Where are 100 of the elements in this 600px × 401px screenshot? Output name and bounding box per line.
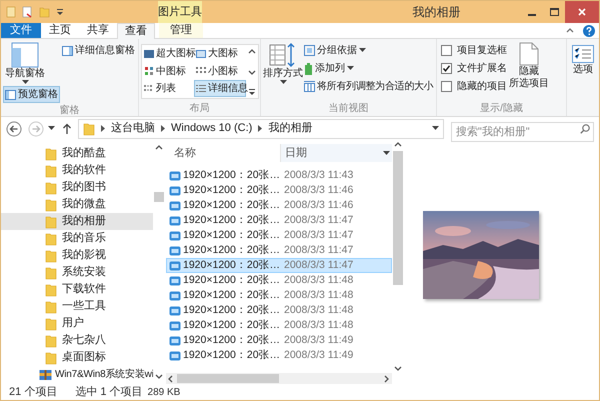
nav-item[interactable]: 我的相册 <box>1 213 153 230</box>
navigation-pane-button[interactable]: 导航窗格 <box>3 42 47 85</box>
folder-icon <box>45 164 57 178</box>
properties-icon[interactable] <box>22 6 33 18</box>
layout-option[interactable]: 列表 <box>142 80 194 98</box>
nav-item[interactable]: 桌面图标 <box>1 349 153 366</box>
details-pane-button[interactable]: 详细信息窗格 <box>60 42 137 59</box>
column-header[interactable]: 日期 <box>280 144 392 162</box>
address-dropdown-icon[interactable] <box>432 126 439 131</box>
scrollbar[interactable] <box>166 373 392 384</box>
nav-item[interactable]: 杂七杂八 <box>1 332 153 349</box>
layout-option[interactable]: 超大图标 <box>142 45 194 62</box>
size-columns-button[interactable]: 将所有列调整为合适的大小 <box>303 78 434 95</box>
folder-icon <box>45 334 57 348</box>
file-row[interactable]: 1920×1200：20张… 2008/3/3 11:48 <box>166 318 392 333</box>
help-icon[interactable] <box>583 24 595 36</box>
caret-icon[interactable] <box>359 48 366 53</box>
scrollbar[interactable] <box>392 140 404 373</box>
window-title: 我的相册 <box>412 4 460 21</box>
file-row[interactable]: 1920×1200：20张… 2008/3/3 11:49 <box>166 348 392 363</box>
folder-icon <box>45 180 57 194</box>
checkbox[interactable]: 隐藏的项目 <box>441 78 507 95</box>
scroll-down-icon[interactable] <box>154 372 164 381</box>
scroll-up-icon[interactable] <box>247 47 257 56</box>
scrollbar-thumb[interactable] <box>154 192 164 202</box>
group-label: 窗格 <box>60 104 80 118</box>
breadcrumb-arrow-icon[interactable] <box>161 125 165 132</box>
breadcrumb-arrow-icon[interactable] <box>258 125 262 132</box>
image-file-icon <box>169 216 181 226</box>
customize-dropdown-icon[interactable] <box>56 8 64 16</box>
collapse-ribbon-icon[interactable] <box>565 26 575 35</box>
file-name: 1920×1200：20张… <box>183 212 280 228</box>
ribbon-tab[interactable]: 管理 <box>159 23 203 38</box>
nav-item[interactable]: 下载软件 <box>1 281 153 298</box>
nav-item[interactable]: 我的微盘 <box>1 196 153 213</box>
layout-option[interactable]: 小图标 <box>194 62 246 80</box>
scroll-down-icon[interactable] <box>247 68 257 77</box>
layout-option[interactable]: 大图标 <box>194 45 246 62</box>
search-field[interactable]: 搜索"我的相册" <box>450 122 594 142</box>
column-header[interactable]: 名称 <box>166 144 280 162</box>
image-file-icon <box>169 200 181 210</box>
folder-icon <box>45 232 57 246</box>
add-columns-button[interactable]: 添加列 <box>303 60 434 77</box>
expand-gallery-icon[interactable] <box>248 89 256 96</box>
nav-item[interactable]: 一些工具 <box>1 298 153 315</box>
nav-item[interactable]: 系统安装 <box>1 264 153 281</box>
group-by-button[interactable]: 分组依据 <box>303 42 434 59</box>
breadcrumb[interactable]: 这台电脑 <box>111 120 155 137</box>
address-bar[interactable]: 这台电脑 Windows 10 (C:) 我的相册 <box>78 118 444 138</box>
nav-item[interactable]: 用户 <box>1 315 153 332</box>
file-date: 2008/3/3 11:48 <box>284 318 354 333</box>
checkbox[interactable]: 文件扩展名 <box>441 60 507 77</box>
layout-option[interactable]: 详细信息 <box>194 80 246 98</box>
file-row[interactable]: 1920×1200：20张… 2008/3/3 11:49 <box>166 333 392 348</box>
nav-item[interactable]: Win7&Win8系统安装wi <box>1 366 153 383</box>
file-row[interactable]: 1920×1200：20张… 2008/3/3 11:47 <box>166 243 392 258</box>
nav-item[interactable]: 我的酷盘 <box>1 145 153 162</box>
file-row[interactable]: 1920×1200：20张… 2008/3/3 11:48 <box>166 303 392 318</box>
large-icons-icon <box>196 48 206 58</box>
file-row[interactable]: 1920×1200：20张… 2008/3/3 11:48 <box>166 273 392 288</box>
file-row[interactable]: 1920×1200：20张… 2008/3/3 11:47 <box>166 258 392 273</box>
caret-icon[interactable] <box>280 80 286 85</box>
file-row[interactable]: 1920×1200：20张… 2008/3/3 11:46 <box>166 198 392 213</box>
group-label: 显示/隐藏 <box>480 102 523 116</box>
breadcrumb-arrow-icon[interactable] <box>101 125 105 132</box>
preview-pane-button[interactable]: 预览窗格 <box>3 86 60 103</box>
scrollbar-thumb[interactable] <box>393 151 403 285</box>
ribbon-tab[interactable]: 文件 <box>1 23 41 38</box>
layout-option[interactable]: 中图标 <box>142 62 194 80</box>
back-icon[interactable] <box>6 120 22 136</box>
file-row[interactable]: 1920×1200：20张… 2008/3/3 11:47 <box>166 228 392 243</box>
column-filter-icon[interactable] <box>383 150 390 156</box>
checkbox[interactable]: 项目复选框 <box>441 42 507 59</box>
ribbon-tab[interactable]: 共享 <box>79 23 117 38</box>
nav-item[interactable]: 我的图书 <box>1 179 153 196</box>
file-row[interactable]: 1920×1200：20张… 2008/3/3 11:46 <box>166 183 392 198</box>
file-row[interactable]: 1920×1200：20张… 2008/3/3 11:47 <box>166 213 392 228</box>
ribbon-tab[interactable]: 主页 <box>41 23 79 38</box>
breadcrumb[interactable]: 我的相册 <box>268 120 312 137</box>
nav-item[interactable]: 我的音乐 <box>1 230 153 247</box>
scroll-up-icon[interactable] <box>154 143 164 152</box>
scroll-up-icon[interactable] <box>393 140 403 149</box>
scroll-down-icon[interactable] <box>393 364 403 373</box>
ribbon-tab[interactable]: 查看 <box>117 23 155 39</box>
options-button[interactable]: 选项 <box>572 45 594 77</box>
image-file-icon <box>169 186 181 196</box>
scrollbar-thumb[interactable] <box>177 374 279 383</box>
close-button[interactable] <box>565 1 599 23</box>
sort-by-button[interactable]: 排序方式 <box>263 42 303 101</box>
maximize-icon <box>550 8 558 16</box>
nav-item[interactable]: 我的影视 <box>1 247 153 264</box>
recent-locations-icon[interactable] <box>48 126 55 131</box>
up-icon[interactable] <box>62 122 72 134</box>
pane-layout-icon <box>11 42 39 68</box>
breadcrumb[interactable]: Windows 10 (C:) <box>171 120 252 137</box>
file-row[interactable]: 1920×1200：20张… 2008/3/3 11:48 <box>166 288 392 303</box>
nav-item[interactable]: 我的软件 <box>1 162 153 179</box>
caret-icon[interactable] <box>347 66 354 71</box>
hide-selected-button[interactable]: 隐藏 所选项目 <box>509 42 549 101</box>
file-row[interactable]: 1920×1200：20张… 2008/3/3 11:43 <box>166 168 392 183</box>
